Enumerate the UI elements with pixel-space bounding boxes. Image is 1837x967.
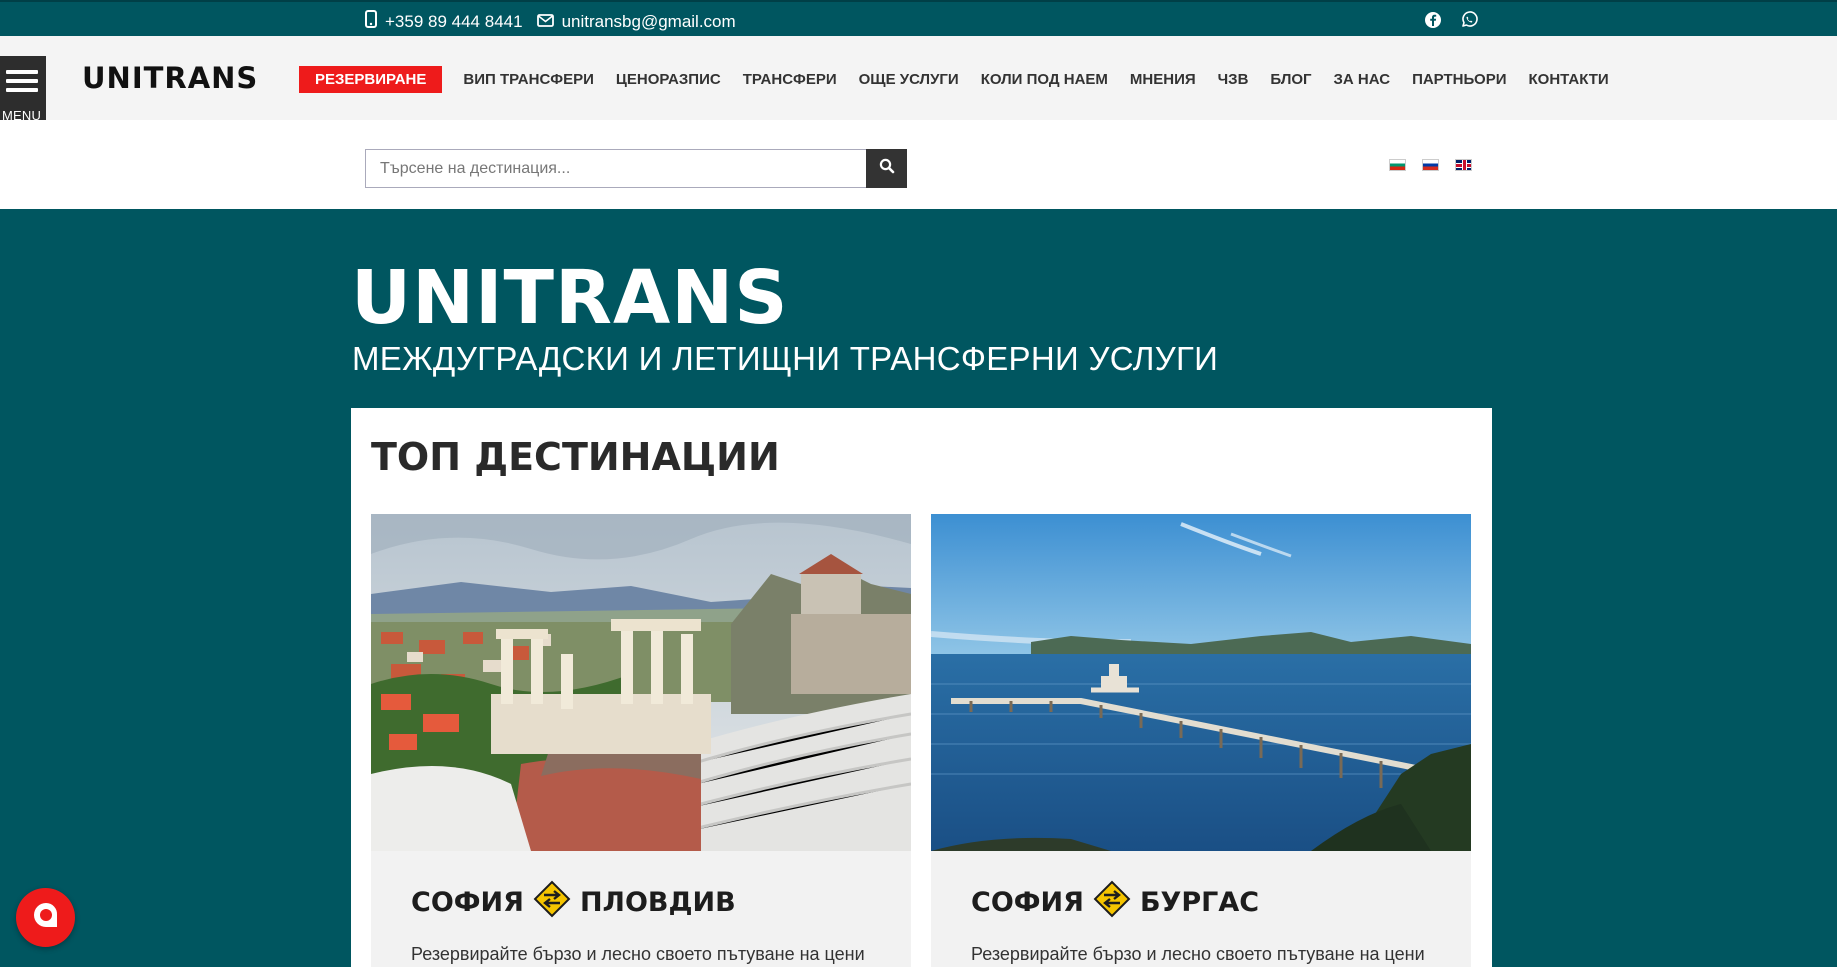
main-navbar: MENU UNITRANS РЕЗЕРВИРАНЕ ВИП ТРАНСФЕРИ …	[0, 36, 1837, 130]
hamburger-icon	[6, 70, 38, 97]
nav-link-car-rental[interactable]: КОЛИ ПОД НАЕМ	[981, 71, 1108, 88]
contact-info: +359 89 444 8441 unitransbg@gmail.com	[365, 10, 736, 33]
burgas-pier-photo	[931, 514, 1471, 851]
route-from: СОФИЯ	[971, 887, 1084, 918]
top-contact-bar: +359 89 444 8441 unitransbg@gmail.com	[0, 0, 1837, 36]
route-to: БУРГАС	[1139, 887, 1260, 918]
destination-card-plovdiv[interactable]: СОФИЯ ПЛОВДИВ Резервирайте бързо и лесно…	[371, 514, 911, 967]
email-link[interactable]: unitransbg@gmail.com	[536, 11, 736, 32]
booking-button[interactable]: РЕЗЕРВИРАНЕ	[299, 66, 443, 93]
top-destinations-panel: ТОП ДЕСТИНАЦИИ СОФИЯ ПЛОВДИВ Резервирайт…	[351, 408, 1492, 967]
whatsapp-icon[interactable]	[1460, 11, 1478, 29]
phone-icon	[365, 10, 377, 33]
card-description: Резервирайте бързо и лесно своето пътува…	[971, 944, 1425, 964]
nav-link-vip-transfers[interactable]: ВИП ТРАНСФЕРИ	[463, 71, 594, 88]
route-to: ПЛОВДИВ	[579, 887, 736, 918]
route-arrows-icon	[532, 879, 572, 926]
nav-link-partners[interactable]: ПАРТНЬОРИ	[1412, 71, 1506, 88]
hero-subtitle: МЕЖДУГРАДСКИ И ЛЕТИЩНИ ТРАНСФЕРНИ УСЛУГИ	[352, 340, 1219, 377]
main-nav: РЕЗЕРВИРАНЕ ВИП ТРАНСФЕРИ ЦЕНОРАЗПИС ТРА…	[299, 66, 1631, 93]
nav-link-pricelist[interactable]: ЦЕНОРАЗПИС	[616, 71, 721, 88]
card-description: Резервирайте бързо и лесно своето пътува…	[411, 944, 865, 964]
nav-link-reviews[interactable]: МНЕНИЯ	[1130, 71, 1196, 88]
search-box	[365, 149, 907, 188]
destination-search-input[interactable]	[366, 150, 866, 187]
flag-ru-icon[interactable]	[1422, 159, 1439, 171]
search-icon	[879, 158, 895, 179]
social-links	[1424, 11, 1478, 29]
nav-link-blog[interactable]: БЛОГ	[1270, 71, 1311, 88]
menu-button[interactable]: MENU	[0, 56, 46, 130]
route-title: СОФИЯ ПЛОВДИВ	[411, 879, 736, 926]
hero-title: UNITRANS	[351, 255, 789, 341]
route-title: СОФИЯ БУРГАС	[971, 879, 1259, 926]
nav-link-transfers[interactable]: ТРАНСФЕРИ	[743, 71, 837, 88]
site-logo[interactable]: UNITRANS	[82, 61, 258, 95]
language-switcher	[1389, 159, 1472, 171]
nav-link-more-services[interactable]: ОЩЕ УСЛУГИ	[859, 71, 959, 88]
plovdiv-amphitheatre-photo	[371, 514, 911, 851]
phone-link[interactable]: +359 89 444 8441	[365, 10, 523, 33]
email-address: unitransbg@gmail.com	[561, 11, 736, 31]
phone-number: +359 89 444 8441	[385, 11, 523, 31]
envelope-icon	[536, 12, 554, 32]
nav-link-about[interactable]: ЗА НАС	[1334, 71, 1391, 88]
flag-bg-icon[interactable]	[1389, 159, 1406, 171]
facebook-icon[interactable]	[1424, 11, 1442, 29]
search-button[interactable]	[866, 149, 907, 188]
chat-bubble-icon	[31, 900, 61, 935]
section-heading: ТОП ДЕСТИНАЦИИ	[371, 435, 780, 479]
search-strip	[0, 120, 1837, 209]
nav-link-faq[interactable]: ЧЗВ	[1218, 71, 1249, 88]
nav-link-contacts[interactable]: КОНТАКТИ	[1529, 71, 1609, 88]
chat-widget-button[interactable]	[16, 888, 75, 947]
destination-card-burgas[interactable]: СОФИЯ БУРГАС Резервирайте бързо и лесно …	[931, 514, 1471, 967]
route-from: СОФИЯ	[411, 887, 524, 918]
route-arrows-icon	[1092, 879, 1132, 926]
flag-en-icon[interactable]	[1455, 159, 1472, 171]
